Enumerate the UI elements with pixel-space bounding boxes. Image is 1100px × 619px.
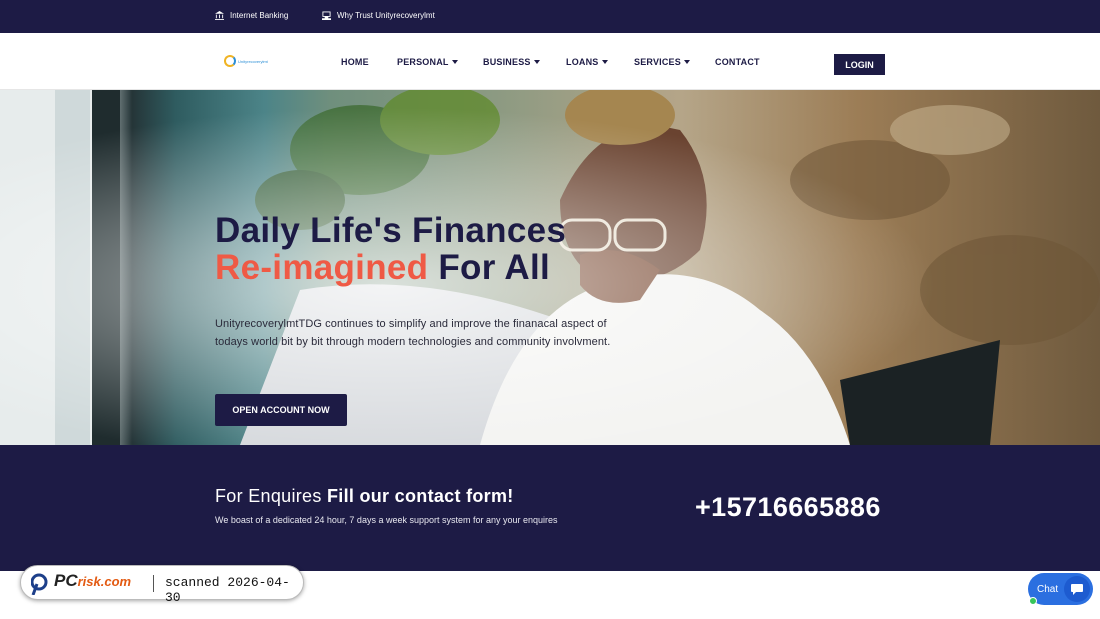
nav-item-loans[interactable]: LOANS — [566, 57, 608, 67]
hero-description: UnityrecoverylmtTDG continues to simplif… — [215, 318, 611, 348]
phone-number[interactable]: +15716665886 — [695, 492, 881, 523]
chat-label: Chat — [1037, 583, 1059, 595]
top-bar: Internet Banking Why Trust Unityrecovery… — [0, 0, 1100, 33]
nav-item-business[interactable]: BUSINESS — [483, 57, 540, 67]
logo-text: Unityrecoverylmt — [238, 58, 268, 64]
contact-title: For Enquires Fill our contact form! — [215, 486, 514, 507]
contact-title-light: For Enquires — [215, 486, 322, 506]
hero-title-line2: Re-imagined For All — [215, 248, 550, 288]
main-navbar: Unityrecoverylmt HOME PERSONAL BUSINESS … — [0, 33, 1100, 90]
online-status-dot — [1029, 597, 1037, 605]
nav-item-label: PERSONAL — [397, 57, 449, 67]
nav-item-personal[interactable]: PERSONAL — [397, 57, 458, 67]
nav-item-label: SERVICES — [634, 57, 681, 67]
caret-down-icon — [451, 60, 458, 64]
trust-icon — [322, 11, 331, 20]
bank-icon — [215, 11, 224, 20]
contact-form-link[interactable]: Fill our contact form! — [327, 486, 514, 506]
site-logo[interactable]: Unityrecoverylmt — [224, 54, 276, 68]
pcrisk-brand: PCrisk.com — [54, 571, 131, 591]
nav-item-contact[interactable]: CONTACT — [715, 57, 760, 67]
nav-item-label: HOME — [341, 57, 369, 67]
hero-title-line1: Daily Life's Finances — [215, 211, 567, 250]
why-trust-label: Why Trust Unityrecoverylmt — [337, 11, 435, 20]
internet-banking-label: Internet Banking — [230, 11, 289, 20]
why-trust-link[interactable]: Why Trust Unityrecoverylmt — [322, 11, 435, 20]
pcrisk-watermark: PCrisk.com scanned 2026-04-30 — [20, 565, 304, 605]
caret-down-icon — [601, 60, 608, 64]
nav-item-label: LOANS — [566, 57, 599, 67]
login-button[interactable]: LOGIN — [834, 54, 885, 75]
logo-mark-icon — [224, 55, 236, 67]
pcrisk-brand-rest: risk.com — [77, 574, 132, 589]
internet-banking-link[interactable]: Internet Banking — [215, 11, 288, 20]
contact-band: For Enquires Fill our contact form! We b… — [0, 445, 1100, 571]
nav-item-home[interactable]: HOME — [341, 57, 369, 67]
contact-description: We boast of a dedicated 24 hour, 7 days … — [215, 515, 558, 525]
hero-title-line2-rest: For All — [438, 248, 551, 287]
nav-item-services[interactable]: SERVICES — [634, 57, 690, 67]
nav-item-label: CONTACT — [715, 57, 760, 67]
caret-down-icon — [533, 60, 540, 64]
chat-bubble-icon — [1064, 576, 1090, 602]
hero-title-accent: Re-imagined — [215, 248, 429, 287]
scan-date: scanned 2026-04-30 — [165, 575, 290, 605]
hero-section: Daily Life's Finances Re-imagined For Al… — [0, 90, 1100, 445]
watermark-divider — [153, 575, 154, 592]
chat-widget-button[interactable]: Chat — [1028, 573, 1093, 605]
open-account-button[interactable]: OPEN ACCOUNT NOW — [215, 394, 347, 426]
caret-down-icon — [683, 60, 690, 64]
nav-item-label: BUSINESS — [483, 57, 531, 67]
pcrisk-brand-pc: PC — [54, 571, 78, 590]
